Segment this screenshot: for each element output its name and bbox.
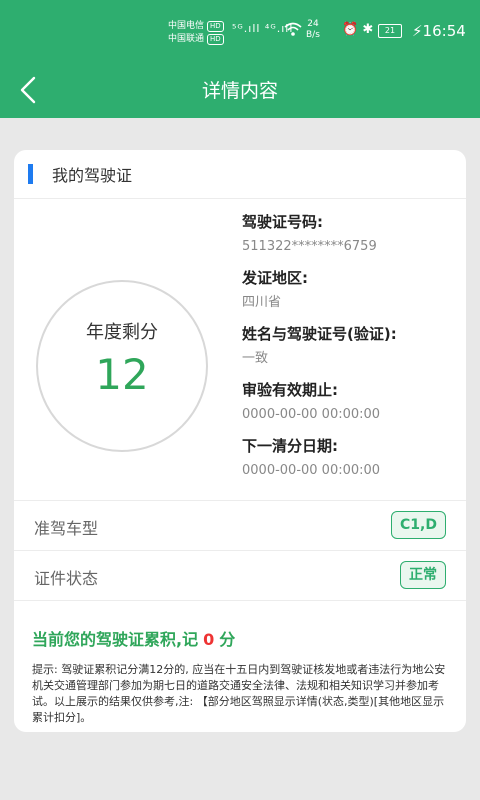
license-status-tag: 正常 <box>400 561 446 589</box>
field-value: 0000-00-00 00:00:00 <box>242 407 381 422</box>
speed-value: 24 <box>307 19 319 29</box>
vehicle-class-tag: C1,D <box>391 511 446 539</box>
notice-text: 提示: 驾驶证累积记分满12分的, 应当在十五日内到驾驶证核发地或者违法行为地公… <box>32 663 446 724</box>
carrier-2: 中国联通 <box>168 34 205 44</box>
field-value: 四川省 <box>242 295 282 310</box>
hd-badge: HD <box>207 34 224 45</box>
field-label: 下一清分日期: <box>242 437 338 455</box>
license-info: 驾驶证号码: 511322********6759 发证地区: 四川省 姓名与驾… <box>242 212 462 492</box>
field-label: 发证地区: <box>242 269 308 287</box>
divider <box>14 600 466 601</box>
field-name-verification: 姓名与驾驶证号(验证): 一致 <box>242 324 462 368</box>
carrier-info: 中国电信 HD 中国联通 HD <box>168 20 224 46</box>
field-label: 审验有效期止: <box>242 381 338 399</box>
row-license-status: 证件状态 正常 <box>14 550 466 601</box>
charging-icon: ⚡ <box>412 22 423 40</box>
row-label: 证件状态 <box>34 569 99 588</box>
section-title: 我的驾驶证 <box>52 166 133 185</box>
score-circle: 年度剩分 12 <box>36 280 208 452</box>
clock: ⚡16:54 <box>412 22 466 40</box>
score-value: 12 <box>95 350 149 399</box>
row-label: 准驾车型 <box>34 519 99 538</box>
section-header: 我的驾驶证 <box>14 150 466 199</box>
speed-unit: B/s <box>306 30 320 40</box>
bluetooth-icon: ✱ <box>362 22 374 37</box>
field-next-clear-date: 下一清分日期: 0000-00-00 00:00:00 <box>242 436 462 480</box>
field-value: 一致 <box>242 351 269 366</box>
summary-points: 0 <box>203 630 215 649</box>
clock-time: 16:54 <box>422 22 466 40</box>
field-value: 0000-00-00 00:00:00 <box>242 463 381 478</box>
wifi-icon <box>284 22 302 36</box>
page-title: 详情内容 <box>201 80 278 102</box>
field-review-expiry: 审验有效期止: 0000-00-00 00:00:00 <box>242 380 462 424</box>
battery-icon: 21 <box>378 24 402 38</box>
navigation-bar: 详情内容 <box>0 62 480 118</box>
field-issue-region: 发证地区: 四川省 <box>242 268 462 312</box>
app-header: 中国电信 HD 中国联通 HD ⁵ᴳ.ıll ⁴ᴳ.ıll 24 B/s ⏰ ✱ 2… <box>0 0 480 118</box>
field-license-number: 驾驶证号码: 511322********6759 <box>242 212 462 256</box>
status-bar: 中国电信 HD 中国联通 HD ⁵ᴳ.ıll ⁴ᴳ.ıll 24 B/s ⏰ ✱ 2… <box>0 0 480 62</box>
carrier-1: 中国电信 <box>168 21 205 31</box>
hd-badge: HD <box>207 21 224 32</box>
summary-suffix: 分 <box>219 630 236 649</box>
field-label: 姓名与驾驶证号(验证): <box>242 325 397 343</box>
summary-prefix: 当前您的驾驶证累积,记 <box>32 630 199 649</box>
system-icons: ⏰ ✱ <box>342 22 373 37</box>
section-accent-bar <box>28 164 33 184</box>
points-summary: 当前您的驾驶证累积,记 0 分 <box>32 626 235 650</box>
network-speed: 24 B/s <box>306 19 320 41</box>
field-label: 驾驶证号码: <box>242 213 323 231</box>
row-vehicle-class: 准驾车型 C1,D <box>14 500 466 551</box>
score-label: 年度剩分 <box>86 322 158 343</box>
alarm-icon: ⏰ <box>342 22 359 37</box>
field-value: 511322********6759 <box>242 239 377 254</box>
license-card: 我的驾驶证 年度剩分 12 驾驶证号码: 511322********6759 … <box>14 150 466 732</box>
